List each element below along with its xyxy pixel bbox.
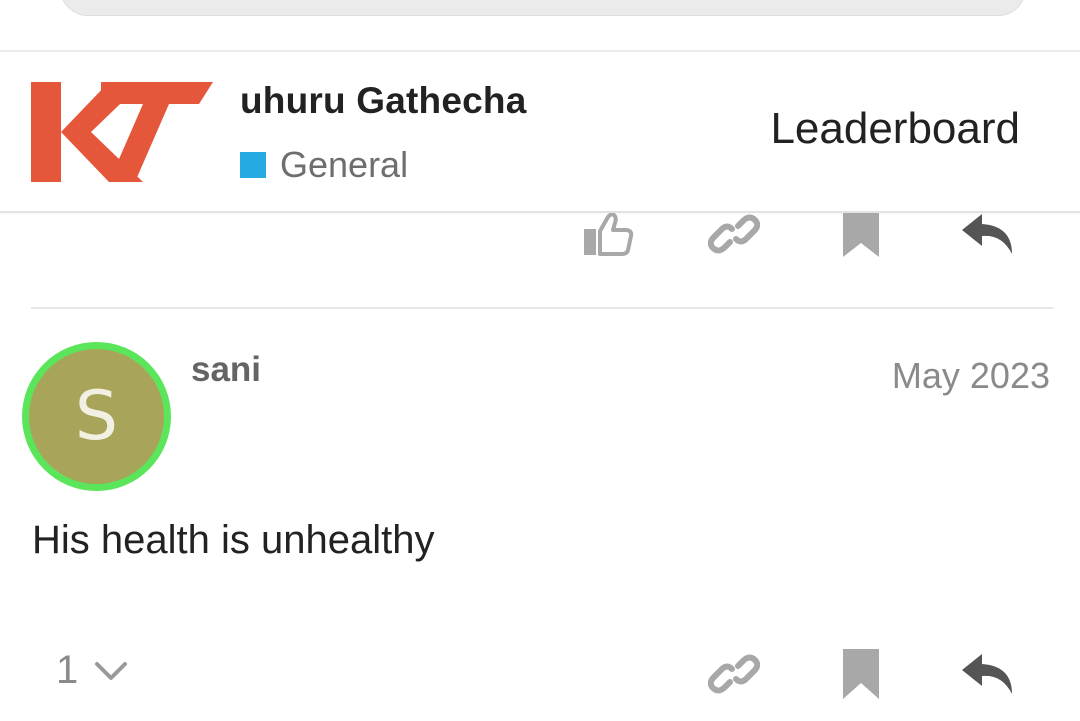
chevron-down-icon bbox=[95, 661, 128, 680]
copy-link-button[interactable] bbox=[706, 212, 762, 256]
post-divider bbox=[31, 307, 1053, 309]
leaderboard-link[interactable]: Leaderboard bbox=[770, 104, 1020, 154]
link-icon bbox=[708, 214, 760, 254]
search-bar[interactable] bbox=[60, 0, 1026, 16]
topic-header: uhuru Gathecha General Leaderboard bbox=[0, 50, 1080, 213]
post-date[interactable]: May 2023 bbox=[892, 355, 1050, 397]
reply-icon bbox=[962, 214, 1012, 254]
reply-icon bbox=[962, 654, 1012, 694]
replies-toggle[interactable]: 1 bbox=[56, 648, 128, 693]
bookmark-button[interactable] bbox=[838, 212, 884, 258]
bookmark-icon bbox=[843, 649, 879, 699]
reply-button[interactable] bbox=[958, 212, 1020, 256]
topic-page: uhuru Gathecha General Leaderboard S san… bbox=[0, 0, 1080, 721]
topic-title[interactable]: uhuru Gathecha bbox=[240, 80, 527, 122]
copy-link-button[interactable] bbox=[706, 652, 762, 696]
category-label: General bbox=[280, 144, 409, 185]
link-icon bbox=[708, 654, 760, 694]
reply-button[interactable] bbox=[958, 652, 1020, 696]
post-body: His health is unhealthy bbox=[32, 518, 435, 562]
like-button[interactable] bbox=[578, 212, 638, 258]
bookmark-button[interactable] bbox=[838, 648, 884, 700]
site-logo[interactable] bbox=[31, 82, 213, 182]
like-icon bbox=[584, 213, 634, 256]
reply-count: 1 bbox=[56, 648, 79, 692]
category-badge[interactable]: General bbox=[240, 144, 408, 186]
post-username[interactable]: sani bbox=[191, 350, 261, 390]
bookmark-icon bbox=[843, 213, 879, 257]
category-color-swatch bbox=[240, 152, 266, 178]
avatar[interactable]: S bbox=[22, 342, 171, 491]
avatar-letter: S bbox=[29, 349, 164, 484]
